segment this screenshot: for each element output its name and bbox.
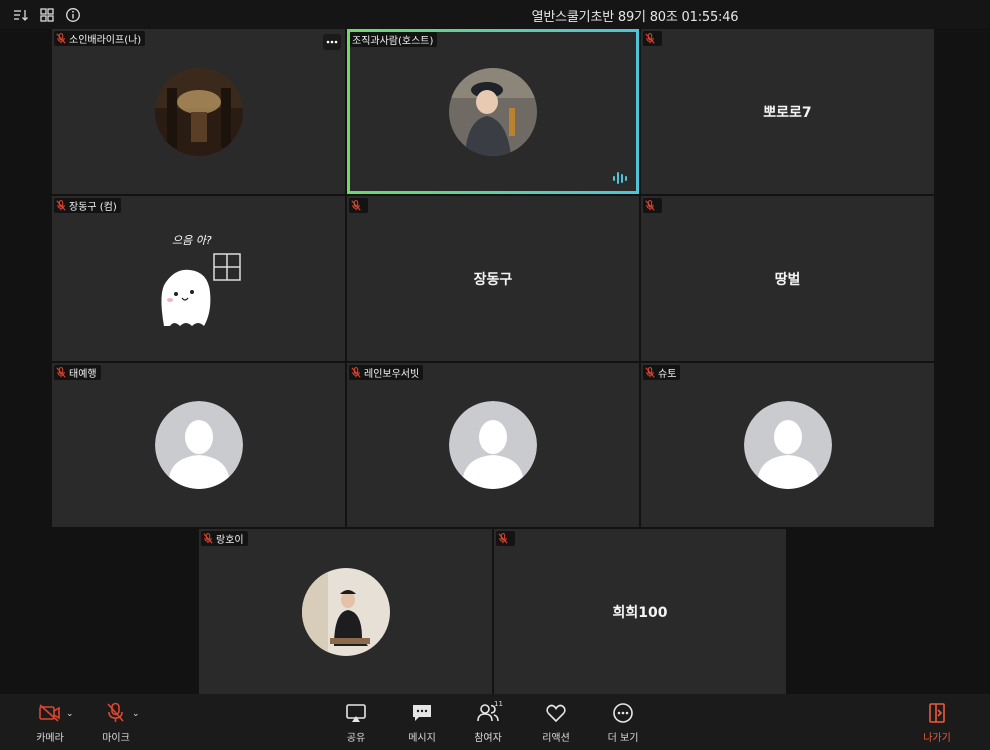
participant-label xyxy=(349,198,368,213)
default-avatar-icon xyxy=(744,401,832,489)
participant-tile[interactable]: 태예행 xyxy=(52,363,345,527)
muted-mic-icon xyxy=(645,367,655,378)
chevron-down-icon[interactable]: ⌄ xyxy=(66,709,74,719)
mic-label: 마이크 xyxy=(102,733,130,744)
share-screen-icon xyxy=(346,704,366,722)
chat-icon xyxy=(413,705,431,721)
camera-label: 카메라 xyxy=(36,733,64,744)
participant-label: 슈토 xyxy=(643,365,681,380)
video-grid: 소인배라이프(나) 조직과사람(호스트) 뽀로로7 장동구 (컴) 으음 아? … xyxy=(52,29,934,694)
participant-label: 조직과사람(호스트) xyxy=(350,32,438,47)
participant-display-name: 장동구 xyxy=(473,271,513,288)
participant-name: 소인배라이프(나) xyxy=(69,35,142,46)
more-options-icon[interactable] xyxy=(323,34,341,50)
top-bar: 열반스쿨기초반 89기 80조 01:55:46 xyxy=(0,0,990,29)
muted-mic-icon xyxy=(645,200,655,211)
participant-tile[interactable]: 장동구 xyxy=(347,196,639,361)
default-avatar-icon xyxy=(449,401,537,489)
participant-label: 장동구 (컴) xyxy=(54,198,121,213)
exit-door-icon xyxy=(929,703,945,723)
muted-mic-icon xyxy=(498,533,508,544)
muted-mic-icon xyxy=(351,367,361,378)
participant-name: 조직과사람(호스트) xyxy=(352,36,434,47)
more-button[interactable]: 더 보기 xyxy=(593,702,653,746)
participant-label: 레인보우서빗 xyxy=(349,365,424,380)
meeting-toolbar: 카메라 ⌄ 마이크 ⌄ 공유 메시지 11 참여자 리액션 더 보기 나가기 xyxy=(0,694,990,750)
mic-off-icon xyxy=(107,702,124,722)
muted-mic-icon xyxy=(56,367,66,378)
muted-mic-icon xyxy=(56,33,66,44)
participant-name: 장동구 (컴) xyxy=(69,202,117,213)
camera-button[interactable]: 카메라 ⌄ xyxy=(20,702,80,746)
participant-tile[interactable]: 장동구 (컴) 으음 아? xyxy=(52,196,345,361)
share-button[interactable]: 공유 xyxy=(326,702,386,746)
mic-button[interactable]: 마이크 ⌄ xyxy=(86,702,146,746)
participant-name: 슈토 xyxy=(658,369,677,380)
participant-display-name: 땅벌 xyxy=(774,271,801,288)
more-label: 더 보기 xyxy=(607,733,639,744)
participant-tile[interactable]: 랑호이 xyxy=(199,529,492,694)
participant-tile[interactable]: 슈토 xyxy=(641,363,934,527)
camera-off-icon xyxy=(39,704,60,722)
participant-tile[interactable]: 희희100 xyxy=(494,529,786,694)
participant-tile[interactable]: 조직과사람(호스트) xyxy=(347,29,639,194)
participant-label: 태예행 xyxy=(54,365,101,380)
heart-icon xyxy=(546,704,566,723)
participant-label: 랑호이 xyxy=(201,531,248,546)
muted-mic-icon xyxy=(203,533,213,544)
muted-mic-icon xyxy=(645,33,655,44)
more-icon xyxy=(613,703,633,723)
chevron-down-icon[interactable]: ⌄ xyxy=(132,709,140,719)
participant-label: 소인배라이프(나) xyxy=(54,31,146,46)
muted-mic-icon xyxy=(56,200,66,211)
participants-button[interactable]: 11 참여자 xyxy=(458,700,518,746)
message-button[interactable]: 메시지 xyxy=(392,702,452,746)
avatar xyxy=(154,67,243,156)
avatar xyxy=(449,67,537,156)
speaking-indicator-icon xyxy=(613,172,627,184)
leave-button[interactable]: 나가기 xyxy=(907,702,967,746)
default-avatar-icon xyxy=(155,401,243,489)
participant-tile[interactable]: 땅벌 xyxy=(641,196,934,361)
share-label: 공유 xyxy=(346,733,366,744)
reaction-label: 리액션 xyxy=(542,733,570,744)
participant-tile[interactable]: 소인배라이프(나) xyxy=(52,29,345,194)
participant-display-name: 뽀로로7 xyxy=(763,104,812,121)
participant-name: 태예행 xyxy=(69,369,97,380)
participant-label xyxy=(643,31,662,46)
leave-label: 나가기 xyxy=(923,733,951,744)
participant-label xyxy=(643,198,662,213)
reaction-button[interactable]: 리액션 xyxy=(526,702,586,746)
participant-name: 레인보우서빗 xyxy=(364,369,420,380)
participant-tile[interactable]: 레인보우서빗 xyxy=(347,363,639,527)
participants-label: 참여자 xyxy=(474,733,502,744)
participant-name: 랑호이 xyxy=(216,535,244,546)
message-label: 메시지 xyxy=(408,733,436,744)
avatar xyxy=(301,567,390,656)
participants-count-badge: 11 xyxy=(494,700,503,708)
muted-mic-icon xyxy=(351,200,361,211)
ghost-sticker: 으음 아? xyxy=(152,232,262,332)
participant-tile[interactable]: 뽀로로7 xyxy=(641,29,934,194)
participant-label xyxy=(496,531,515,546)
participant-display-name: 희희100 xyxy=(612,604,668,621)
meeting-title: 열반스쿨기초반 89기 80조 01:55:46 xyxy=(531,10,739,25)
